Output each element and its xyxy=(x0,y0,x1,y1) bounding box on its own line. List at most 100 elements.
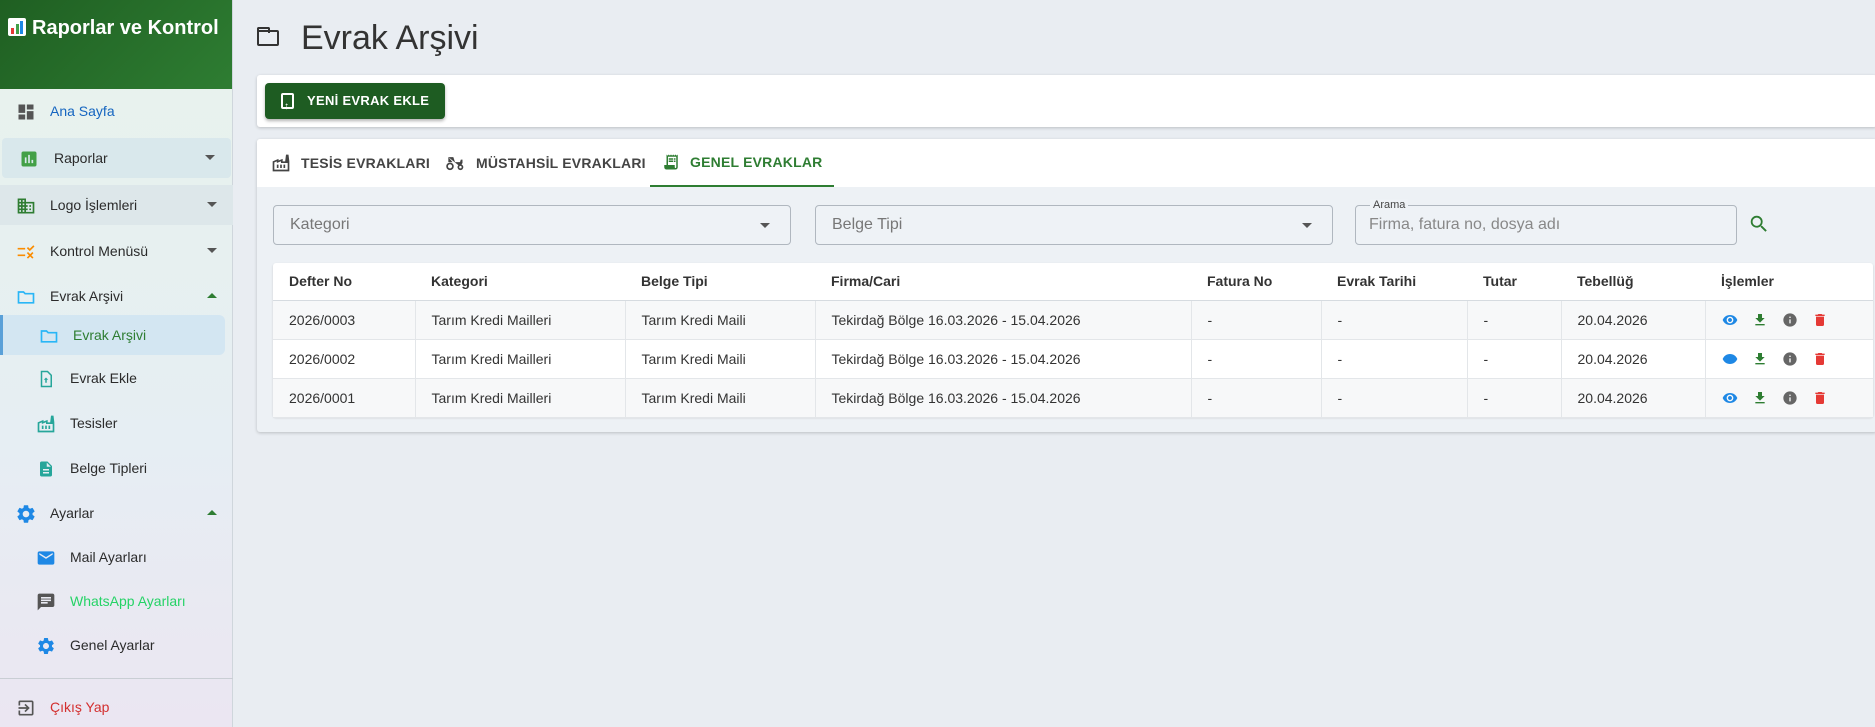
doc-type-select[interactable]: Belge Tipi xyxy=(815,205,1333,245)
cell-tebellug: 20.04.2026 xyxy=(1561,378,1706,418)
info-icon[interactable] xyxy=(1782,351,1798,367)
app-title: Raporlar ve Kontrol xyxy=(0,0,232,89)
search-input[interactable] xyxy=(1369,214,1719,236)
search-button[interactable] xyxy=(1747,213,1771,237)
cell-tutar: - xyxy=(1467,300,1562,340)
download-icon[interactable] xyxy=(1752,351,1768,367)
tab-mustahsil-evraklari[interactable]: MÜSTAHSİL EVRAKLARI xyxy=(444,139,646,187)
col-islemler: İşlemler xyxy=(1705,263,1873,301)
cell-tutar: - xyxy=(1467,339,1562,379)
dashboard-icon xyxy=(15,101,37,123)
factory-icon xyxy=(35,413,57,435)
cell-belge-tipi: Tarım Kredi Maili xyxy=(625,339,816,379)
tab-bar: TESİS EVRAKLARI MÜSTAHSİL EVRAKLARI GENE… xyxy=(257,139,1875,187)
dropdown-arrow-icon xyxy=(1302,223,1312,228)
cell-firma-cari: Tekirdağ Bölge 16.03.2026 - 15.04.2026 xyxy=(815,300,1192,340)
dropdown-arrow-icon xyxy=(760,223,770,228)
sidebar-item-ayarlar[interactable]: Ayarlar xyxy=(0,493,233,533)
logout-button[interactable]: Çıkış Yap xyxy=(0,687,233,727)
sidebar-item-mail-ayarlari[interactable]: Mail Ayarları xyxy=(0,537,233,577)
cell-actions xyxy=(1705,300,1873,340)
col-kategori[interactable]: Kategori xyxy=(415,263,625,301)
col-tebellug[interactable]: Tebellüğ xyxy=(1561,263,1705,301)
col-tutar[interactable]: Tutar xyxy=(1467,263,1561,301)
cell-actions xyxy=(1705,378,1873,418)
sidebar-item-evrak-arsivi[interactable]: Evrak Arşivi xyxy=(0,276,233,316)
cell-defter-no: 2026/0001 xyxy=(273,378,416,418)
sidebar-item-kontrol-menusu[interactable]: Kontrol Menüsü xyxy=(0,231,233,271)
cell-kategori: Tarım Kredi Mailleri xyxy=(415,339,626,379)
main-content: Evrak Arşivi YENİ EVRAK EKLE TESİS EVRAK… xyxy=(233,0,1875,727)
col-fatura-no[interactable]: Fatura No xyxy=(1191,263,1321,301)
cell-belge-tipi: Tarım Kredi Maili xyxy=(625,378,816,418)
delete-icon[interactable] xyxy=(1812,351,1828,367)
cell-defter-no: 2026/0002 xyxy=(273,339,416,379)
info-icon[interactable] xyxy=(1782,312,1798,328)
cell-actions xyxy=(1705,339,1873,379)
tab-genel-evraklar[interactable]: GENEL EVRAKLAR xyxy=(650,139,835,187)
col-defter-no[interactable]: Defter No xyxy=(273,263,415,301)
chevron-down-icon xyxy=(205,155,215,160)
col-firma-cari[interactable]: Firma/Cari xyxy=(815,263,1191,301)
delete-icon[interactable] xyxy=(1812,312,1828,328)
folder-icon xyxy=(15,286,37,308)
receipt-icon xyxy=(662,152,680,172)
file-upload-icon xyxy=(35,368,57,390)
sidebar-item-whatsapp-ayarlari[interactable]: WhatsApp Ayarları xyxy=(0,581,233,621)
sidebar-item-genel-ayarlar[interactable]: Genel Ayarlar xyxy=(0,625,233,665)
add-document-button[interactable]: YENİ EVRAK EKLE xyxy=(265,83,446,125)
gear-icon xyxy=(35,635,57,657)
sidebar-item-evrak-ekle[interactable]: Evrak Ekle xyxy=(0,358,233,398)
view-icon[interactable] xyxy=(1722,351,1738,367)
cell-evrak-tarihi: - xyxy=(1321,339,1468,379)
cell-fatura-no: - xyxy=(1191,378,1322,418)
tab-tesis-evraklari[interactable]: TESİS EVRAKLARI xyxy=(271,139,430,187)
search-field: Arama xyxy=(1355,199,1737,245)
sidebar-item-tesisler[interactable]: Tesisler xyxy=(0,403,233,443)
cell-evrak-tarihi: - xyxy=(1321,378,1468,418)
download-icon[interactable] xyxy=(1752,390,1768,406)
cell-evrak-tarihi: - xyxy=(1321,300,1468,340)
category-select[interactable]: Kategori xyxy=(273,205,791,245)
sidebar-item-evrak-arsivi-sub[interactable]: Evrak Arşivi xyxy=(0,315,225,355)
sidebar-divider xyxy=(0,678,233,679)
view-icon[interactable] xyxy=(1722,312,1738,328)
chat-icon xyxy=(35,591,57,613)
cell-defter-no: 2026/0003 xyxy=(273,300,416,340)
gear-icon xyxy=(15,503,37,525)
sidebar: Raporlar ve Kontrol Ana Sayfa Raporlar L… xyxy=(0,0,233,727)
sidebar-item-logo-islemleri[interactable]: Logo İşlemleri xyxy=(0,185,233,225)
chart-logo-icon xyxy=(8,18,26,36)
building-icon xyxy=(15,195,37,217)
cell-belge-tipi: Tarım Kredi Maili xyxy=(625,300,816,340)
folder-icon xyxy=(257,27,279,46)
documents-table: Defter No Kategori Belge Tipi Firma/Cari… xyxy=(273,263,1873,418)
cell-firma-cari: Tekirdağ Bölge 16.03.2026 - 15.04.2026 xyxy=(815,339,1192,379)
file-upload-icon xyxy=(281,89,294,125)
view-icon[interactable] xyxy=(1722,390,1738,406)
sidebar-item-belge-tipleri[interactable]: Belge Tipleri xyxy=(0,448,233,488)
chevron-down-icon xyxy=(207,202,217,207)
document-icon xyxy=(35,458,57,480)
archive-panel: TESİS EVRAKLARI MÜSTAHSİL EVRAKLARI GENE… xyxy=(257,139,1875,432)
cell-tebellug: 20.04.2026 xyxy=(1561,339,1706,379)
cell-kategori: Tarım Kredi Mailleri xyxy=(415,300,626,340)
delete-icon[interactable] xyxy=(1812,390,1828,406)
chevron-up-icon xyxy=(207,510,217,515)
col-evrak-tarihi[interactable]: Evrak Tarihi xyxy=(1321,263,1467,301)
factory-icon xyxy=(271,153,291,173)
cell-kategori: Tarım Kredi Mailleri xyxy=(415,378,626,418)
rule-icon xyxy=(15,241,37,263)
col-belge-tipi[interactable]: Belge Tipi xyxy=(625,263,815,301)
toolbar: YENİ EVRAK EKLE xyxy=(257,75,1875,127)
cell-tebellug: 20.04.2026 xyxy=(1561,300,1706,340)
download-icon[interactable] xyxy=(1752,312,1768,328)
table-row: 2026/0003 Tarım Kredi Mailleri Tarım Kre… xyxy=(273,300,1873,340)
bar-chart-icon xyxy=(18,148,40,170)
info-icon[interactable] xyxy=(1782,390,1798,406)
sidebar-item-ana-sayfa[interactable]: Ana Sayfa xyxy=(0,91,233,131)
chevron-up-icon xyxy=(207,293,217,298)
table-row: 2026/0001 Tarım Kredi Mailleri Tarım Kre… xyxy=(273,378,1873,418)
sidebar-item-raporlar[interactable]: Raporlar xyxy=(2,138,231,178)
table-row: 2026/0002 Tarım Kredi Mailleri Tarım Kre… xyxy=(273,339,1873,379)
